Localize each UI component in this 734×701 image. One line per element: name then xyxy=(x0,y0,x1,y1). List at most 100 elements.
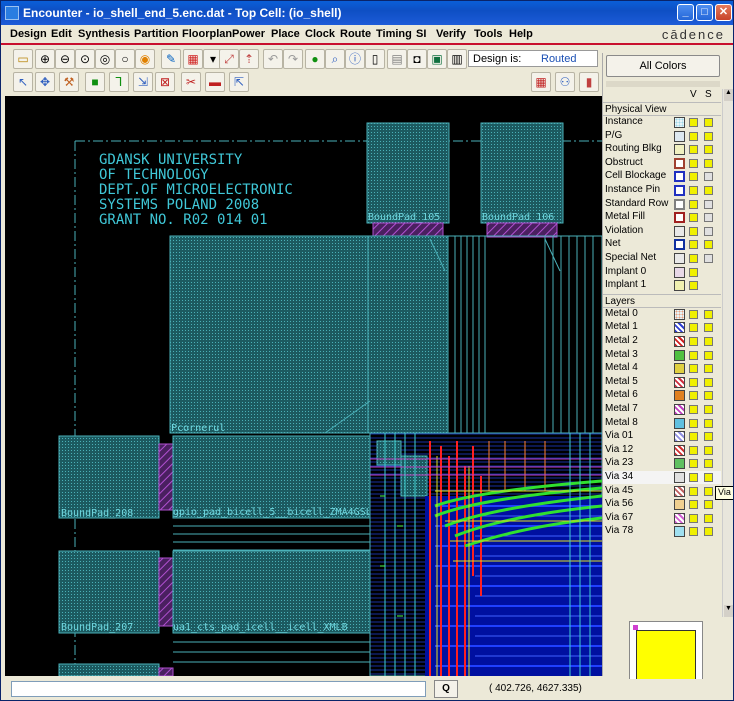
menu-clock[interactable]: Clock xyxy=(305,28,335,40)
layer-row[interactable]: Metal 2 xyxy=(603,335,721,348)
selectable-checkbox[interactable] xyxy=(704,418,713,428)
layer-swatch[interactable] xyxy=(674,431,685,443)
io-cell-cts[interactable] xyxy=(172,550,371,634)
selectable-checkbox[interactable] xyxy=(704,513,713,523)
selectable-checkbox[interactable] xyxy=(704,226,713,236)
layer-swatch[interactable] xyxy=(674,266,685,278)
selectable-checkbox[interactable] xyxy=(704,350,713,360)
visible-checkbox[interactable] xyxy=(689,513,698,523)
layer-swatch[interactable] xyxy=(674,472,685,483)
visible-checkbox[interactable] xyxy=(689,459,698,469)
selectable-checkbox[interactable] xyxy=(704,473,713,482)
visible-checkbox[interactable] xyxy=(689,199,698,209)
selectable-checkbox[interactable] xyxy=(704,337,713,346)
visible-checkbox[interactable] xyxy=(689,158,698,168)
selectable-checkbox[interactable] xyxy=(704,459,713,469)
selectable-checkbox[interactable] xyxy=(704,445,713,455)
undo-icon[interactable]: ↶ xyxy=(263,49,283,69)
visible-checkbox[interactable] xyxy=(689,281,698,291)
selectable-checkbox[interactable] xyxy=(704,240,713,250)
layer-swatch[interactable] xyxy=(674,499,685,511)
panel-scrollbar[interactable]: ▲ ▼ xyxy=(722,89,733,617)
visible-checkbox[interactable] xyxy=(689,145,698,155)
layer-swatch[interactable] xyxy=(674,485,685,497)
menu-synthesis[interactable]: Synthesis xyxy=(78,28,130,40)
layer-swatch[interactable] xyxy=(674,157,685,169)
selectable-checkbox[interactable] xyxy=(704,432,713,442)
menu-power[interactable]: Power xyxy=(232,28,265,40)
bound-pad-208[interactable] xyxy=(58,435,160,519)
pad-207-pin[interactable] xyxy=(158,557,174,627)
layer-swatch[interactable] xyxy=(674,390,685,402)
layer-swatch[interactable] xyxy=(674,444,685,456)
layer-swatch[interactable] xyxy=(674,225,685,237)
layer-swatch[interactable] xyxy=(674,349,685,361)
visible-checkbox[interactable] xyxy=(689,405,698,414)
selectable-checkbox[interactable] xyxy=(704,118,713,127)
bar-chart-icon[interactable]: ▮ xyxy=(579,72,599,92)
layer-row[interactable]: Special Net xyxy=(603,252,721,265)
screenshot-icon[interactable]: ◘ xyxy=(407,49,427,69)
layer-row[interactable]: Metal 3 xyxy=(603,349,721,362)
layout-drawing[interactable]: GDANSK UNIVERSITY OF TECHNOLOGY DEPT.OF … xyxy=(5,96,602,676)
layer-swatch[interactable] xyxy=(674,526,685,538)
visible-checkbox[interactable] xyxy=(689,226,698,236)
layer-row[interactable]: Via 01 xyxy=(603,430,721,443)
visible-checkbox[interactable] xyxy=(689,186,698,195)
io-cell-block[interactable] xyxy=(169,235,371,434)
layer-row[interactable]: Implant 0 xyxy=(603,266,721,279)
visible-checkbox[interactable] xyxy=(689,213,698,223)
info-icon[interactable]: ⓘ xyxy=(345,49,365,69)
visible-checkbox[interactable] xyxy=(689,445,698,455)
layer-swatch[interactable] xyxy=(674,376,685,388)
menu-verify[interactable]: Verify xyxy=(436,28,466,40)
select-icon[interactable]: ✎ xyxy=(161,49,181,69)
zoom-area-icon[interactable]: ⊙ xyxy=(75,49,95,69)
visible-checkbox[interactable] xyxy=(689,350,698,360)
selectable-checkbox[interactable] xyxy=(704,158,713,168)
layer-row[interactable]: Via 67 xyxy=(603,512,721,525)
layer-row[interactable]: Standard Row xyxy=(603,198,721,211)
report-icon[interactable]: ▤ xyxy=(387,49,407,69)
pad-208-pin[interactable] xyxy=(158,443,174,511)
visible-checkbox[interactable] xyxy=(689,377,698,387)
menu-timing[interactable]: Timing xyxy=(376,28,412,40)
selectable-checkbox[interactable] xyxy=(704,199,713,209)
bound-pad-207[interactable] xyxy=(58,550,160,634)
notes-icon[interactable]: ▯ xyxy=(365,49,385,69)
layer-row[interactable]: Routing Blkg xyxy=(603,143,721,156)
visible-checkbox[interactable] xyxy=(689,254,698,263)
layer-swatch[interactable] xyxy=(674,130,685,142)
users-icon[interactable]: ⚇ xyxy=(555,72,575,92)
core-macro[interactable] xyxy=(376,440,402,466)
selectable-checkbox[interactable] xyxy=(704,323,713,333)
maximize-button[interactable]: □ xyxy=(696,4,713,21)
layer-row[interactable]: Via 23 xyxy=(603,457,721,470)
layer-swatch[interactable] xyxy=(674,198,685,210)
menu-design[interactable]: Design xyxy=(10,28,47,40)
layer-row[interactable]: Metal 8 xyxy=(603,417,721,430)
layer-row[interactable]: Via 78 xyxy=(603,525,721,538)
io-cell-105[interactable] xyxy=(367,235,449,434)
bound-pad-106[interactable] xyxy=(480,122,564,224)
layer-row[interactable]: Metal 4 xyxy=(603,362,721,375)
layer-row[interactable]: Metal 0 xyxy=(603,308,721,321)
menu-si[interactable]: SI xyxy=(416,28,426,40)
visible-checkbox[interactable] xyxy=(689,240,698,250)
hierarchy-icon[interactable]: ⤢ xyxy=(219,49,239,69)
selectable-checkbox[interactable] xyxy=(704,186,713,195)
selectable-checkbox[interactable] xyxy=(704,131,713,141)
layer-row[interactable]: Via 12 xyxy=(603,444,721,457)
redraw-icon[interactable]: ◉ xyxy=(135,49,155,69)
search-icon[interactable]: ⌕ xyxy=(325,49,345,69)
selectable-checkbox[interactable] xyxy=(704,486,713,496)
layer-swatch[interactable] xyxy=(674,144,685,156)
zoom-previous-icon[interactable]: ○ xyxy=(115,49,135,69)
all-colors-button[interactable]: All Colors xyxy=(606,55,720,77)
hierarchy-up-icon[interactable]: ⇡ xyxy=(239,49,259,69)
add-path-icon[interactable]: ⅂ xyxy=(109,72,129,92)
menu-tools[interactable]: Tools xyxy=(474,28,503,40)
pointer-icon[interactable]: ↖ xyxy=(13,72,33,92)
layer-swatch[interactable] xyxy=(674,363,685,375)
selectable-checkbox[interactable] xyxy=(704,405,713,414)
